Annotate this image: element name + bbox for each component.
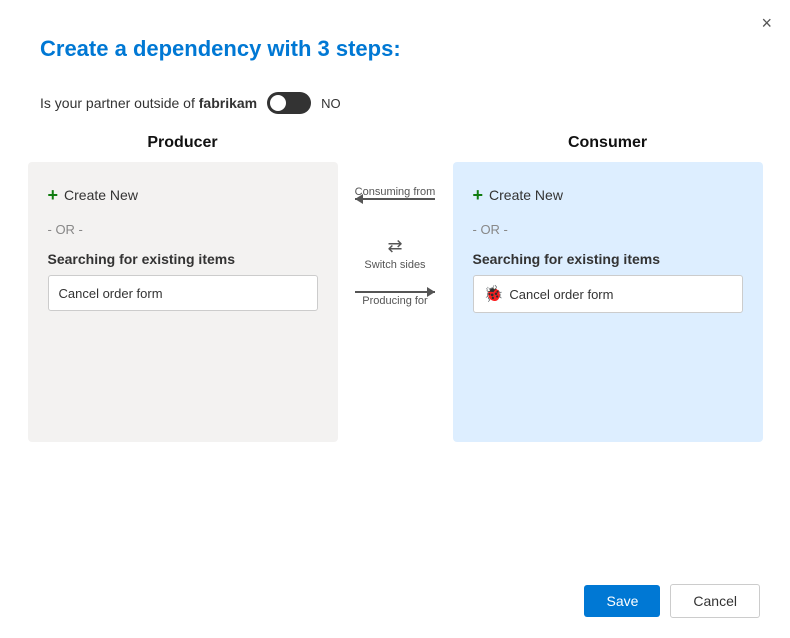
producer-create-new-button[interactable]: + Create New [48,182,318,208]
producer-search-label: Searching for existing items [48,251,318,267]
producing-for-group: Producing for [355,291,435,309]
right-arrowhead [427,287,435,297]
dialog-title: Create a dependency with 3 steps: [40,36,750,62]
producer-box: + Create New - OR - Searching for existi… [28,162,338,442]
save-button[interactable]: Save [584,585,660,617]
consuming-from-group: Consuming from [355,186,436,220]
producer-title: Producer [147,134,217,152]
consuming-from-label: Consuming from [355,186,436,198]
producer-section: Producer + Create New - OR - Searching f… [20,134,345,442]
consumer-create-new-button[interactable]: + Create New [473,182,743,208]
producer-search-value: Cancel order form [59,286,163,301]
switch-sides-group: ⇄ Switch sides [364,236,425,271]
dialog-header: Create a dependency with 3 steps: [0,0,790,82]
consumer-create-new-label: Create New [489,187,563,203]
left-arrow-line [355,198,435,200]
dialog-footer: Save Cancel [0,568,790,638]
plus-icon-consumer: + [473,186,484,204]
consumer-section: Consumer + Create New - OR - Searching f… [445,134,770,442]
switch-sides-icon: ⇄ [387,236,402,257]
partner-row: Is your partner outside of fabrikam NO [0,82,790,134]
bug-icon: 🐞 [484,284,504,304]
producing-for-arrow [355,291,435,293]
producer-or-divider: - OR - [48,222,318,237]
consumer-search-input[interactable]: 🐞 Cancel order form [473,275,743,313]
switch-sides-label[interactable]: Switch sides [364,259,425,271]
producing-for-label: Producing for [362,295,427,307]
outside-partner-toggle[interactable] [267,92,311,114]
dialog: × Create a dependency with 3 steps: Is y… [0,0,790,638]
toggle-thumb [270,95,286,111]
toggle-state-label: NO [321,96,341,111]
cancel-button[interactable]: Cancel [670,584,760,618]
consumer-search-value: Cancel order form [509,287,613,302]
consumer-title: Consumer [568,134,647,152]
producer-search-input[interactable]: Cancel order form [48,275,318,311]
consuming-from-arrow [355,198,435,200]
close-button[interactable]: × [761,14,772,32]
consumer-box: + Create New - OR - Searching for existi… [453,162,763,442]
partner-question: Is your partner outside of fabrikam [40,95,257,111]
producer-create-new-label: Create New [64,187,138,203]
consumer-or-divider: - OR - [473,222,743,237]
consumer-search-label: Searching for existing items [473,251,743,267]
main-content: Producer + Create New - OR - Searching f… [0,134,790,568]
toggle-track[interactable] [267,92,311,114]
connector-area: Consuming from ⇄ Switch sides Producing … [345,134,445,309]
plus-icon: + [48,186,59,204]
